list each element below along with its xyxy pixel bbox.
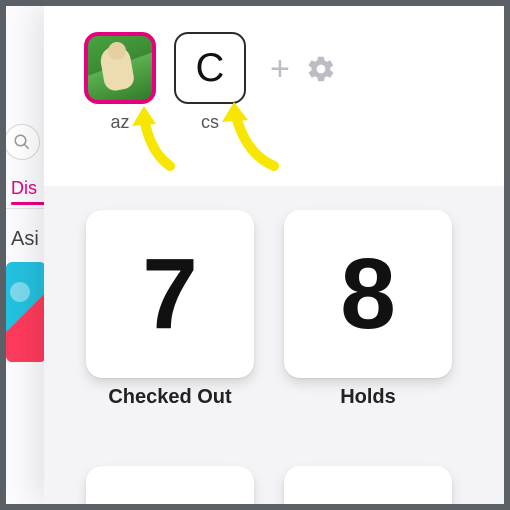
tile-label: Checked Out (86, 386, 254, 416)
profile-az[interactable]: az (84, 32, 156, 133)
section-label: Asi (11, 228, 39, 251)
content-card[interactable] (6, 262, 46, 362)
tile[interactable] (86, 466, 254, 504)
settings-button[interactable] (306, 54, 336, 84)
add-profile-button[interactable]: + (270, 52, 290, 86)
tab-discover[interactable]: Dis (11, 178, 37, 199)
profile-cs[interactable]: C cs (174, 32, 246, 133)
avatar: C (174, 32, 246, 104)
profile-label: az (110, 112, 129, 133)
profile-panel: az C cs + (44, 6, 504, 504)
tile-holds[interactable]: 8 (284, 210, 452, 378)
search-icon (13, 133, 31, 151)
tile-checked-out[interactable]: 7 (86, 210, 254, 378)
search-button[interactable] (6, 124, 40, 160)
tile-label: Holds (284, 386, 452, 416)
avatar (84, 32, 156, 104)
profile-label: cs (201, 112, 219, 133)
dashboard: 7 8 Checked Out Holds (44, 186, 504, 504)
tile[interactable] (284, 466, 452, 504)
gear-icon (306, 54, 336, 84)
